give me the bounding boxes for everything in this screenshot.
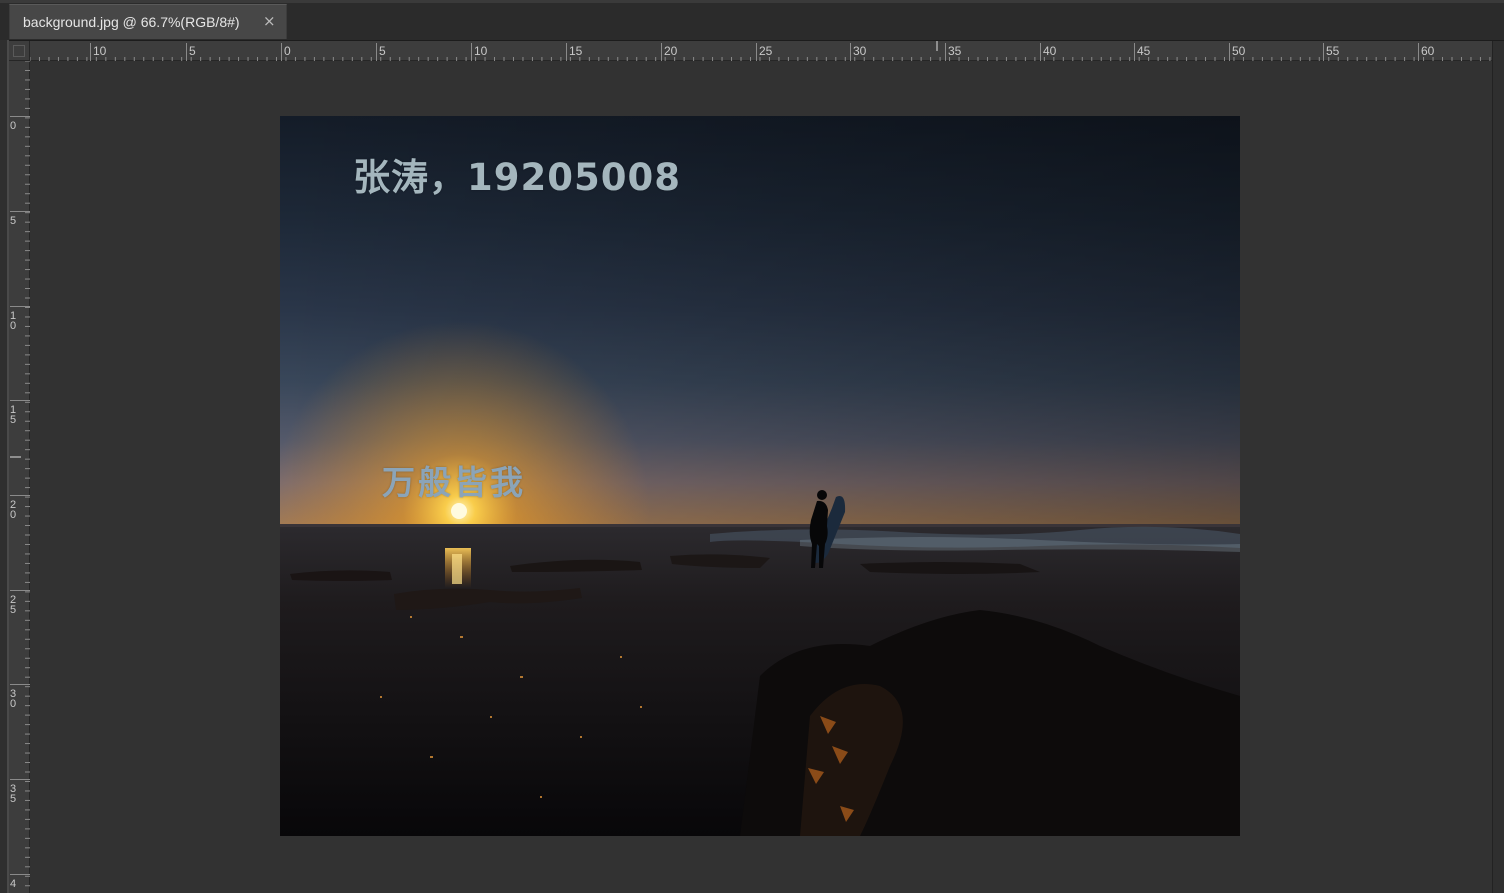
ruler-label: 40 xyxy=(1043,44,1057,58)
ruler-label: 55 xyxy=(1326,44,1340,58)
photoshop-window: background.jpg @ 66.7%(RGB/8#) × 10 5 0 5 10… xyxy=(0,0,1504,893)
ruler-label: 5 xyxy=(10,414,16,426)
ruler-label: 35 xyxy=(948,44,962,58)
ruler-label: 25 xyxy=(759,44,773,58)
watermark-motto: 万般皆我 xyxy=(382,463,526,502)
vertical-ruler-ticks: 051015202530354 xyxy=(10,61,30,890)
document-tab-bar: background.jpg @ 66.7%(RGB/8#) × xyxy=(0,0,1504,41)
ruler-label: 20 xyxy=(664,44,678,58)
document-image[interactable]: 张涛，19205008 万般皆我 xyxy=(280,116,1240,836)
ruler-label: 0 xyxy=(10,509,16,521)
close-icon[interactable]: × xyxy=(263,12,276,30)
ruler-label: 5 xyxy=(10,793,16,805)
ruler-label: 5 xyxy=(189,44,196,58)
ruler-label: 45 xyxy=(1137,44,1151,58)
ruler-label: 0 xyxy=(10,320,16,332)
ruler-origin-corner[interactable] xyxy=(9,41,30,61)
ruler-label: 0 xyxy=(10,120,16,132)
ruler-label: 30 xyxy=(853,44,867,58)
ruler-label: 50 xyxy=(1232,44,1246,58)
ruler-label: 10 xyxy=(93,44,107,58)
ruler-label: 5 xyxy=(10,604,16,616)
left-panel-edge xyxy=(0,40,9,893)
document-tab[interactable]: background.jpg @ 66.7%(RGB/8#) × xyxy=(9,4,287,39)
ruler-label: 5 xyxy=(379,44,386,58)
ruler-label: 10 xyxy=(474,44,488,58)
ruler-label: 60 xyxy=(1421,44,1435,58)
ruler-label: 5 xyxy=(10,215,16,227)
vertical-ruler[interactable]: 051015202530354 xyxy=(9,61,30,893)
ruler-label: 0 xyxy=(284,44,291,58)
ruler-label: 15 xyxy=(569,44,583,58)
horizontal-ruler[interactable]: 10 5 0 5 10 15 20 25 30 35 40 45 50 55 60 xyxy=(30,41,1492,61)
watermark-name-id: 张涛，19205008 xyxy=(353,156,681,199)
document-tab-title[interactable]: background.jpg @ 66.7%(RGB/8#) xyxy=(23,14,240,30)
right-panel-edge xyxy=(1492,41,1504,893)
tab-bar-divider xyxy=(0,0,1504,3)
ruler-label: 4 xyxy=(10,878,16,890)
ruler-label: 0 xyxy=(10,698,16,710)
horizontal-ruler-ticks: 10 5 0 5 10 15 20 25 30 35 40 45 50 55 60 xyxy=(30,41,1491,61)
ruler-origin-icon xyxy=(13,45,25,57)
